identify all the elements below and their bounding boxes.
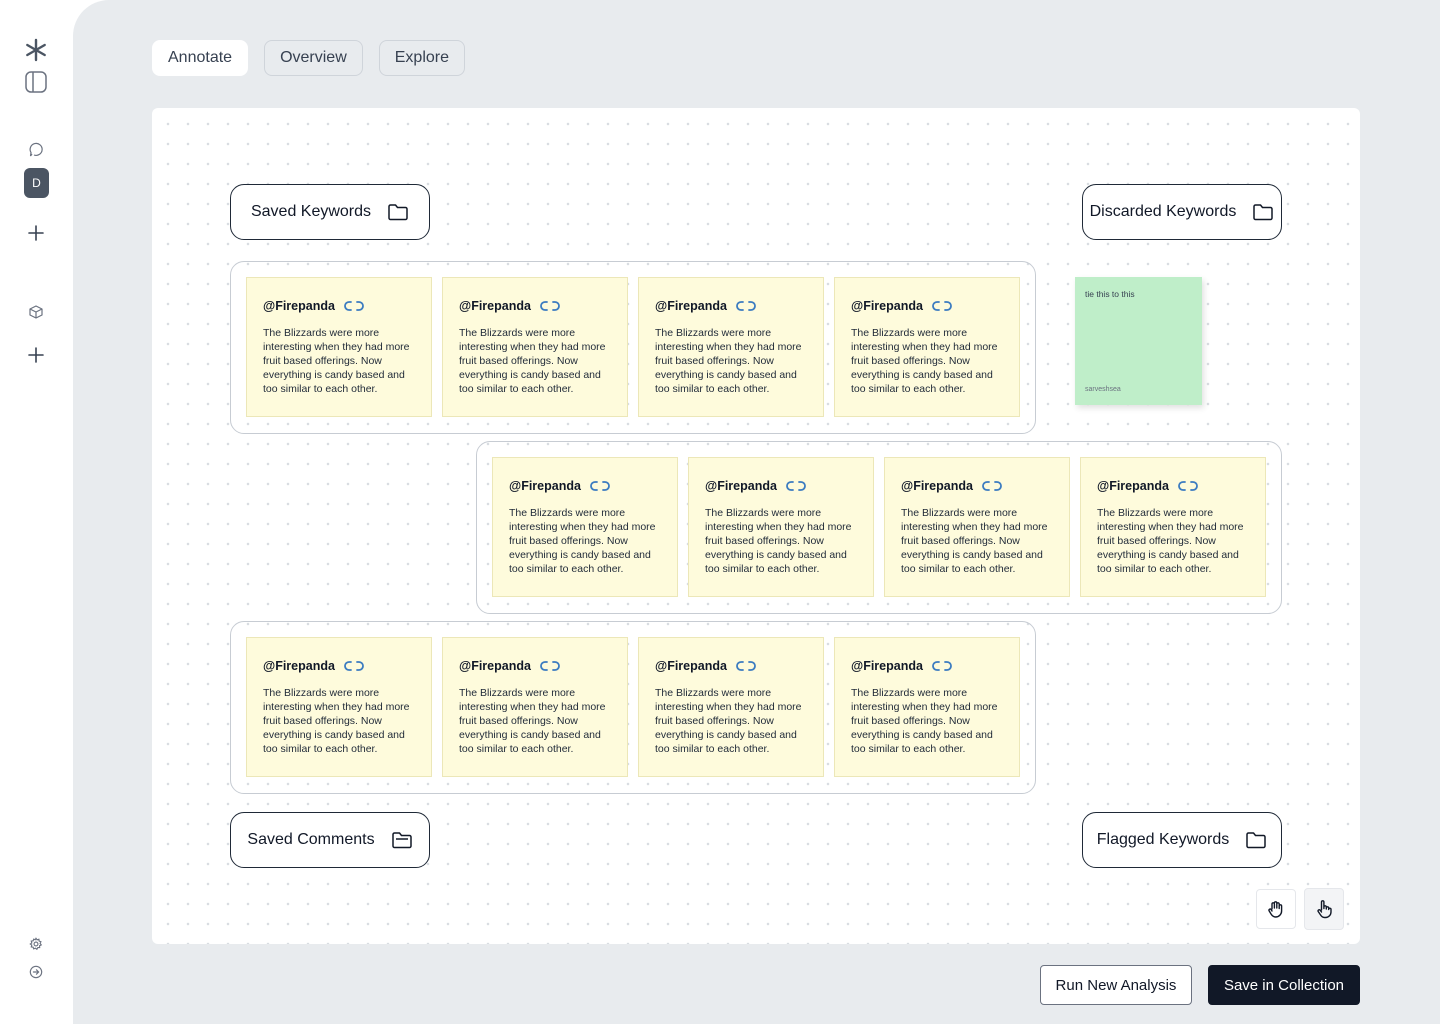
discarded-keywords-label: Discarded Keywords xyxy=(1089,203,1237,220)
plus-icon[interactable] xyxy=(24,221,48,245)
comment-card[interactable]: @Firepanda The Blizzards were more inter… xyxy=(834,637,1020,777)
card-username: @Firepanda xyxy=(263,659,335,673)
card-text: The Blizzards were more interesting when… xyxy=(263,327,410,395)
logout-icon[interactable] xyxy=(24,960,48,984)
link-icon[interactable] xyxy=(589,480,611,492)
folder-open-icon xyxy=(391,829,413,851)
link-icon[interactable] xyxy=(539,660,561,672)
sticky-text: tie this to this xyxy=(1085,289,1135,299)
card-username: @Firepanda xyxy=(263,299,335,313)
comment-card[interactable]: @Firepanda The Blizzards were more inter… xyxy=(246,637,432,777)
folder-icon xyxy=(1245,829,1267,851)
sticky-author: sarveshsea xyxy=(1085,386,1121,393)
comment-card[interactable]: @Firepanda The Blizzards were more inter… xyxy=(492,457,678,597)
comment-card[interactable]: @Firepanda The Blizzards were more inter… xyxy=(638,637,824,777)
card-username: @Firepanda xyxy=(509,479,581,493)
comment-card[interactable]: @Firepanda The Blizzards were more inter… xyxy=(1080,457,1266,597)
annotation-canvas[interactable]: Saved Keywords Discarded Keywords Saved … xyxy=(152,108,1360,944)
tab-annotate[interactable]: Annotate xyxy=(152,40,249,76)
card-username: @Firepanda xyxy=(851,299,923,313)
card-username: @Firepanda xyxy=(851,659,923,673)
link-icon[interactable] xyxy=(343,300,365,312)
card-text: The Blizzards were more interesting when… xyxy=(655,687,802,755)
cube-icon[interactable] xyxy=(24,300,48,324)
link-icon[interactable] xyxy=(735,660,757,672)
folder-icon xyxy=(1252,201,1274,223)
card-text: The Blizzards were more interesting when… xyxy=(851,327,998,395)
plus-icon[interactable] xyxy=(24,343,48,367)
tab-overview[interactable]: Overview xyxy=(264,40,363,76)
left-rail: D xyxy=(0,0,73,1024)
settings-icon[interactable] xyxy=(24,932,48,956)
link-icon[interactable] xyxy=(539,300,561,312)
comment-card[interactable]: @Firepanda The Blizzards were more inter… xyxy=(442,637,628,777)
card-username: @Firepanda xyxy=(1097,479,1169,493)
saved-comments-folder[interactable]: Saved Comments xyxy=(230,812,430,868)
link-icon[interactable] xyxy=(785,480,807,492)
main-panel: Annotate Overview Explore Saved Keywords… xyxy=(73,0,1440,1024)
link-icon[interactable] xyxy=(1177,480,1199,492)
card-username: @Firepanda xyxy=(655,659,727,673)
saved-keywords-label: Saved Keywords xyxy=(250,203,372,220)
save-in-collection-button[interactable]: Save in Collection xyxy=(1208,965,1360,1005)
discarded-keywords-folder[interactable]: Discarded Keywords xyxy=(1082,184,1282,240)
pointer-tool-button[interactable] xyxy=(1304,888,1344,930)
chat-icon[interactable] xyxy=(24,138,48,162)
comment-card[interactable]: @Firepanda The Blizzards were more inter… xyxy=(834,277,1020,417)
card-text: The Blizzards were more interesting when… xyxy=(1097,507,1244,575)
comment-card[interactable]: @Firepanda The Blizzards were more inter… xyxy=(442,277,628,417)
run-new-analysis-button[interactable]: Run New Analysis xyxy=(1040,965,1192,1005)
comment-card[interactable]: @Firepanda The Blizzards were more inter… xyxy=(638,277,824,417)
link-icon[interactable] xyxy=(931,660,953,672)
card-text: The Blizzards were more interesting when… xyxy=(851,687,998,755)
sticky-note[interactable]: tie this to this sarveshsea xyxy=(1075,277,1202,405)
card-text: The Blizzards were more interesting when… xyxy=(459,327,606,395)
card-text: The Blizzards were more interesting when… xyxy=(655,327,802,395)
card-text: The Blizzards were more interesting when… xyxy=(901,507,1048,575)
link-icon[interactable] xyxy=(735,300,757,312)
comment-card[interactable]: @Firepanda The Blizzards were more inter… xyxy=(688,457,874,597)
card-username: @Firepanda xyxy=(459,659,531,673)
comment-card[interactable]: @Firepanda The Blizzards were more inter… xyxy=(884,457,1070,597)
link-icon[interactable] xyxy=(981,480,1003,492)
pan-tool-button[interactable] xyxy=(1256,889,1296,929)
card-username: @Firepanda xyxy=(901,479,973,493)
hand-icon xyxy=(1266,899,1286,919)
tab-explore[interactable]: Explore xyxy=(378,40,465,76)
flagged-keywords-folder[interactable]: Flagged Keywords xyxy=(1082,812,1282,868)
tab-bar: Annotate Overview Explore xyxy=(152,40,465,76)
card-text: The Blizzards were more interesting when… xyxy=(263,687,410,755)
saved-comments-label: Saved Comments xyxy=(247,831,375,848)
card-text: The Blizzards were more interesting when… xyxy=(459,687,606,755)
card-username: @Firepanda xyxy=(655,299,727,313)
folder-icon xyxy=(387,201,409,223)
link-icon[interactable] xyxy=(931,300,953,312)
flagged-keywords-label: Flagged Keywords xyxy=(1096,831,1230,848)
card-username: @Firepanda xyxy=(705,479,777,493)
asterisk-logo-icon[interactable] xyxy=(24,38,48,62)
avatar[interactable]: D xyxy=(24,168,49,198)
link-icon[interactable] xyxy=(343,660,365,672)
card-text: The Blizzards were more interesting when… xyxy=(509,507,656,575)
card-text: The Blizzards were more interesting when… xyxy=(705,507,852,575)
pointer-hand-icon xyxy=(1314,899,1334,919)
comment-card[interactable]: @Firepanda The Blizzards were more inter… xyxy=(246,277,432,417)
saved-keywords-folder[interactable]: Saved Keywords xyxy=(230,184,430,240)
card-username: @Firepanda xyxy=(459,299,531,313)
panel-toggle-icon[interactable] xyxy=(24,70,48,94)
